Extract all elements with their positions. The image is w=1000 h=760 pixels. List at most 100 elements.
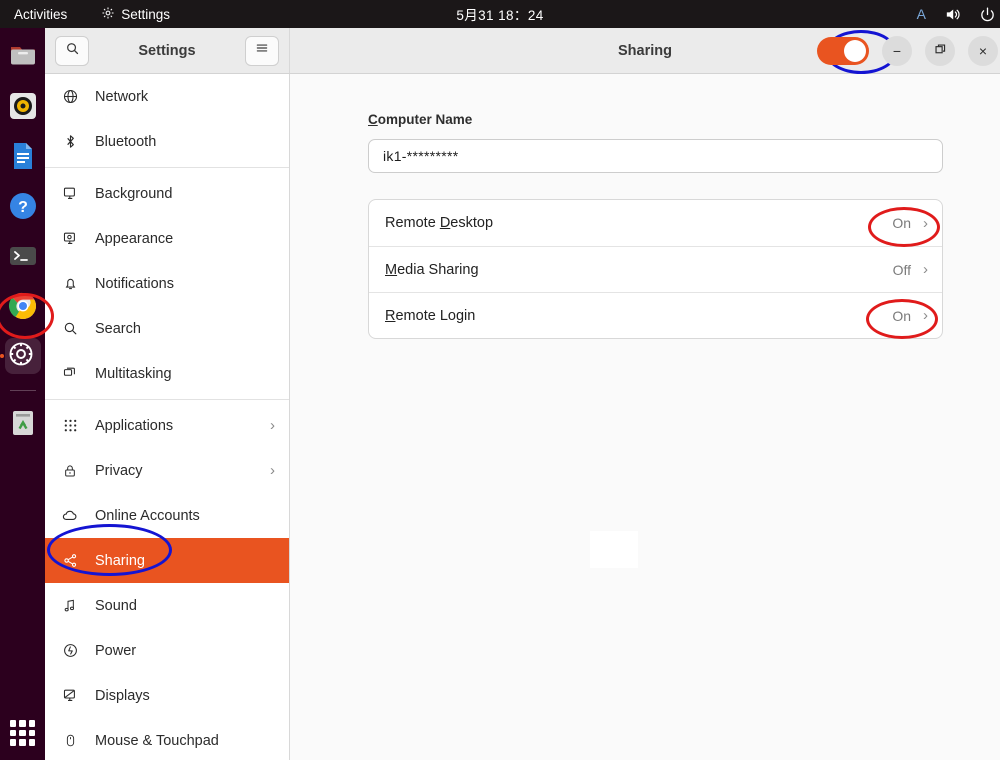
sidebar-item-applications[interactable]: Applications › [45,403,289,448]
row-label: Remote Desktop [385,215,494,231]
computer-name-input[interactable]: ik1-********* [368,139,943,173]
chevron-right-icon: › [923,261,928,278]
sidebar-item-label: Appearance [95,230,174,247]
dock-item-terminal[interactable] [5,238,41,274]
terminal-icon [7,240,39,272]
sidebar-item-displays[interactable]: Displays [45,673,289,718]
sidebar-item-network[interactable]: Network [45,74,289,119]
sidebar-item-label: Background [95,185,173,202]
files-folder-icon [7,40,39,72]
bell-icon [61,275,79,293]
sidebar-item-label: Privacy [95,462,143,479]
toggle-knob [844,39,866,62]
chevron-right-icon: › [270,417,275,434]
multitasking-windows-icon [61,365,79,383]
gear-icon [7,340,39,372]
dock-item-files[interactable] [5,38,41,74]
sidebar-separator [45,167,289,168]
sharing-master-toggle[interactable] [817,36,869,65]
main-menu-button[interactable] [245,35,279,66]
search-icon [61,320,79,338]
gnome-top-bar: Activities Settings 5月31 18：24 A [0,0,1000,28]
sharing-options-list: Remote Desktop On › Media Sharing Off › … [368,199,943,339]
row-remote-login[interactable]: Remote Login On › [369,292,942,338]
sidebar-item-label: Network [95,88,149,105]
settings-sidebar: Network Bluetooth Background Appearance … [45,74,290,760]
sidebar-item-appearance[interactable]: Appearance [45,216,289,261]
background-monitor-icon [61,185,79,203]
power-circle-icon [61,642,79,660]
search-button[interactable] [55,35,89,66]
sidebar-item-label: Notifications [95,275,174,292]
row-media-sharing[interactable]: Media Sharing Off › [369,246,942,292]
power-icon[interactable] [979,6,996,23]
row-remote-desktop[interactable]: Remote Desktop On › [369,200,942,246]
window-body: Network Bluetooth Background Appearance … [45,74,1000,760]
music-note-icon [61,597,79,615]
row-label: Remote Login [385,307,476,324]
blank-artifact-rect [590,531,638,568]
app-title: Settings [138,42,196,59]
sidebar-item-mouse-touchpad[interactable]: Mouse & Touchpad [45,718,289,760]
row-state-value: On [892,215,911,231]
chevron-right-icon: › [923,307,928,324]
display-monitor-icon [61,687,79,705]
chrome-icon [7,290,39,322]
sidebar-item-bluetooth[interactable]: Bluetooth [45,119,289,164]
restore-icon [934,43,947,59]
sidebar-item-label: Multitasking [95,365,172,382]
dock-item-trash[interactable] [5,405,41,441]
dock-item-chrome[interactable] [5,288,41,324]
close-button[interactable]: × [968,35,998,66]
sidebar-item-label: Sharing [95,552,145,569]
sidebar-item-search[interactable]: Search [45,306,289,351]
sidebar-item-label: Online Accounts [95,507,200,524]
show-applications-grid-icon[interactable] [9,720,36,746]
trash-recycle-icon [7,407,39,439]
chevron-right-icon: › [270,462,275,479]
volume-icon[interactable] [944,6,961,23]
computer-name-label: Computer Name [368,112,473,127]
sidebar-item-online-accounts[interactable]: Online Accounts [45,493,289,538]
share-nodes-icon [61,552,79,570]
help-question-icon: ? [7,190,39,222]
sidebar-item-label: Power [95,642,137,659]
sidebar-separator [45,399,289,400]
mouse-icon [61,732,79,750]
dock-item-libreoffice-writer[interactable] [5,138,41,174]
sidebar-item-notifications[interactable]: Notifications [45,261,289,306]
sidebar-item-multitasking[interactable]: Multitasking [45,351,289,396]
sidebar-header: Settings [45,28,290,73]
window-titlebar: Settings Sharing − × [45,28,1000,74]
dock-separator [9,390,36,391]
computer-name-value: ik1-********* [383,148,459,164]
app-grid-icon [61,417,79,435]
document-icon [7,140,39,172]
chevron-right-icon: › [923,214,928,232]
minimize-button[interactable]: − [882,35,912,66]
sidebar-item-background[interactable]: Background [45,171,289,216]
sharing-panel: Computer Name ik1-********* Remote Deskt… [290,74,1000,760]
cloud-icon [61,507,79,525]
search-icon [65,41,80,61]
dock-item-rhythmbox[interactable] [5,88,41,124]
maximize-button[interactable] [925,35,955,66]
sidebar-item-privacy[interactable]: Privacy › [45,448,289,493]
svg-text:?: ? [18,199,28,216]
dock-item-settings[interactable] [4,338,41,374]
sidebar-item-power[interactable]: Power [45,628,289,673]
mnemonic-letter: M [385,261,398,278]
sidebar-item-sharing[interactable]: Sharing [45,538,289,583]
bluetooth-icon [61,133,79,151]
rhythmbox-icon [7,90,39,122]
hamburger-menu-icon [254,41,270,60]
input-method-indicator[interactable]: A [917,6,926,22]
dock-item-help[interactable]: ? [5,188,41,224]
sidebar-item-label: Bluetooth [95,133,157,150]
sidebar-item-label: Sound [95,597,137,614]
row-state-value: On [892,307,911,324]
system-status-area[interactable]: A [917,0,1000,28]
sidebar-item-label: Mouse & Touchpad [95,732,219,749]
clock[interactable]: 5月31 18：24 [0,4,1000,24]
sidebar-item-sound[interactable]: Sound [45,583,289,628]
